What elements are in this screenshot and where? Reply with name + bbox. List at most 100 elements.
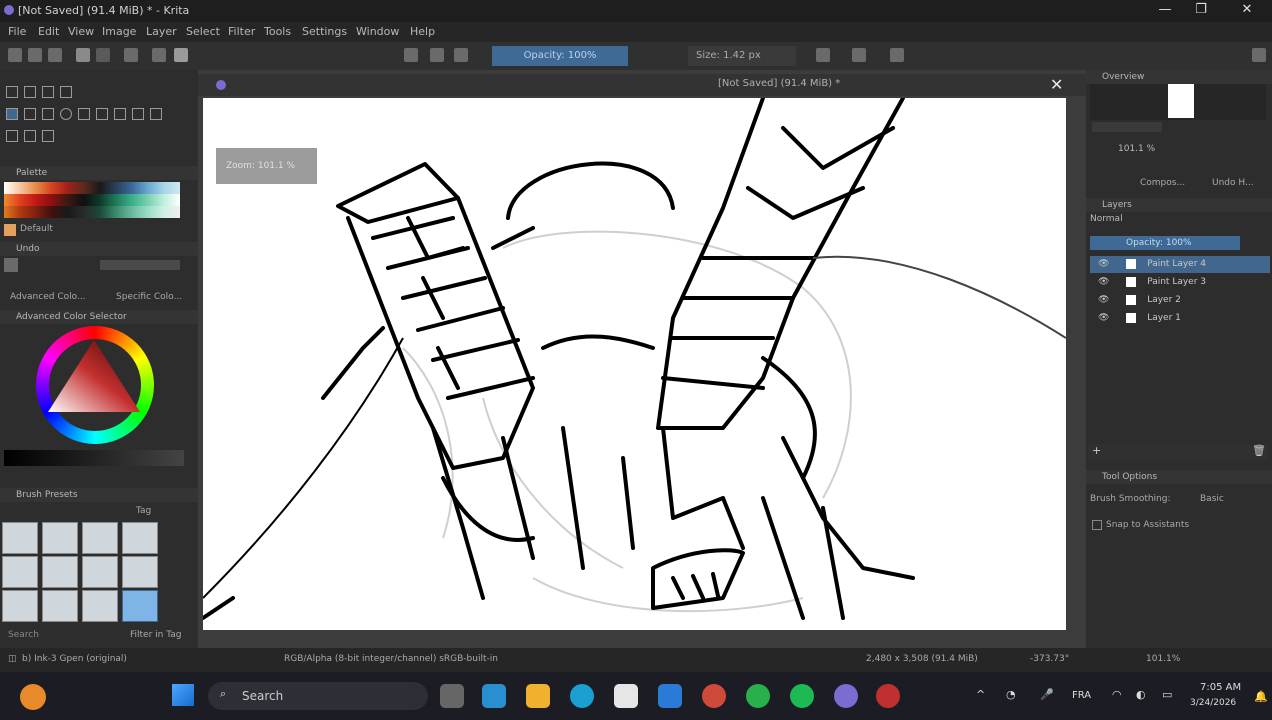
microphone-icon[interactable]: 🎤 — [1040, 688, 1054, 701]
dynamic-brush-tool-icon[interactable] — [150, 108, 162, 120]
brush-preset-icon[interactable] — [152, 48, 166, 62]
store-icon[interactable] — [614, 684, 638, 708]
tab-compositions[interactable]: Compos... — [1140, 178, 1185, 188]
weather-widget-icon[interactable] — [20, 684, 46, 710]
overview-panel[interactable] — [1090, 84, 1266, 120]
text-tool-icon[interactable] — [24, 86, 36, 98]
edge-icon[interactable] — [570, 684, 594, 708]
brush-preset[interactable] — [82, 522, 118, 554]
color-triangle[interactable] — [46, 336, 144, 416]
canvas-only-icon[interactable] — [1252, 48, 1266, 62]
zoom-value[interactable]: 101.1 % — [1118, 144, 1155, 154]
close-document-button[interactable]: ✕ — [1050, 75, 1063, 94]
wifi-icon[interactable]: ◠ — [1112, 688, 1122, 701]
taskbar-search[interactable]: ⌕ Search — [208, 682, 428, 710]
palette-current-color[interactable] — [4, 224, 16, 236]
edit-shapes-tool-icon[interactable] — [42, 86, 54, 98]
polygon-tool-icon[interactable] — [78, 108, 90, 120]
preserve-alpha-icon[interactable] — [430, 48, 444, 62]
delete-layer-icon[interactable]: 🗑 — [1252, 444, 1266, 457]
brush-preset[interactable] — [2, 590, 38, 622]
whatsapp-icon[interactable] — [746, 684, 770, 708]
layer-row[interactable]: 👁 Paint Layer 4 — [1090, 256, 1270, 273]
zoom-slider[interactable] — [1092, 122, 1162, 132]
brush-preset[interactable] — [122, 556, 158, 588]
language-indicator[interactable]: FRA — [1072, 690, 1091, 701]
swap-colors-icon[interactable] — [124, 48, 138, 62]
krita-taskbar-icon[interactable] — [834, 684, 858, 708]
calligraphy-tool-icon[interactable] — [60, 86, 72, 98]
copilot-icon[interactable] — [482, 684, 506, 708]
reload-preset-icon[interactable] — [454, 48, 468, 62]
ellipse-tool-icon[interactable] — [60, 108, 72, 120]
menu-settings[interactable]: Settings — [302, 25, 347, 38]
notification-bell-icon[interactable]: 🔔 — [1254, 690, 1268, 703]
menu-tools[interactable]: Tools — [264, 25, 291, 38]
drawing-canvas[interactable] — [203, 98, 1066, 630]
status-zoom[interactable]: 101.1% — [1146, 654, 1180, 664]
eye-icon[interactable]: 👁 — [1098, 313, 1109, 323]
layer-row[interactable]: 👁 Paint Layer 3 — [1090, 274, 1270, 291]
brush-preset-selected[interactable] — [122, 590, 158, 622]
new-document-icon[interactable] — [8, 48, 22, 62]
opera-icon[interactable] — [876, 684, 900, 708]
brush-search-input[interactable]: Search — [8, 630, 39, 640]
blend-mode-icon[interactable] — [174, 48, 188, 62]
blend-mode-select[interactable]: Normal — [1090, 214, 1123, 224]
brush-preset[interactable] — [42, 522, 78, 554]
brush-preset[interactable] — [82, 556, 118, 588]
chrome-icon[interactable] — [702, 684, 726, 708]
opacity-slider[interactable]: Opacity: 100% — [492, 46, 628, 66]
menu-select[interactable]: Select — [186, 25, 220, 38]
value-slider[interactable] — [4, 450, 184, 466]
brush-tag-select[interactable]: Tag — [136, 506, 151, 516]
add-layer-icon[interactable]: + — [1092, 444, 1101, 457]
snap-checkbox[interactable] — [1092, 520, 1102, 530]
snapshot-icon[interactable] — [4, 258, 18, 272]
volume-icon[interactable]: ◐ — [1136, 688, 1146, 701]
menu-filter[interactable]: Filter — [228, 25, 255, 38]
mail-icon[interactable] — [658, 684, 682, 708]
brush-preset[interactable] — [122, 522, 158, 554]
tab-advanced-color[interactable]: Advanced Colo... — [10, 292, 86, 302]
select-shapes-tool-icon[interactable] — [6, 86, 18, 98]
palette-swatches[interactable] — [4, 182, 180, 218]
pattern-icon[interactable] — [96, 48, 110, 62]
crop-tool-icon[interactable] — [6, 130, 18, 142]
eraser-mode-icon[interactable] — [404, 48, 418, 62]
layer-name[interactable]: Layer 2 — [1147, 295, 1181, 305]
brush-preset[interactable] — [82, 590, 118, 622]
eye-icon[interactable]: 👁 — [1098, 295, 1109, 305]
brush-preset[interactable] — [2, 556, 38, 588]
brush-preset[interactable] — [42, 556, 78, 588]
tray-chevron-icon[interactable]: ^ — [976, 688, 985, 701]
menu-help[interactable]: Help — [410, 25, 435, 38]
layer-opacity-slider[interactable]: Opacity: 100% — [1090, 236, 1240, 250]
move-tool-icon[interactable] — [42, 130, 54, 142]
restore-button[interactable]: ❐ — [1186, 2, 1216, 20]
save-document-icon[interactable] — [48, 48, 62, 62]
bezier-tool-icon[interactable] — [114, 108, 126, 120]
layer-name[interactable]: Layer 1 — [1147, 313, 1181, 323]
polyline-tool-icon[interactable] — [96, 108, 108, 120]
eye-icon[interactable]: 👁 — [1098, 259, 1109, 269]
brush-preset[interactable] — [42, 590, 78, 622]
layer-name[interactable]: Paint Layer 4 — [1147, 259, 1206, 269]
close-window-button[interactable]: ✕ — [1232, 2, 1262, 20]
tab-specific-color[interactable]: Specific Colo... — [116, 292, 182, 302]
size-slider[interactable]: Size: 1.42 px — [688, 46, 796, 66]
file-explorer-icon[interactable] — [526, 684, 550, 708]
menu-view[interactable]: View — [68, 25, 94, 38]
menu-layer[interactable]: Layer — [146, 25, 177, 38]
menu-image[interactable]: Image — [102, 25, 136, 38]
brush-smoothing-select[interactable]: Basic — [1200, 494, 1224, 504]
wrap-around-icon[interactable] — [890, 48, 904, 62]
brush-preset[interactable] — [2, 522, 38, 554]
menu-file[interactable]: File — [8, 25, 26, 38]
battery-icon[interactable]: ▭ — [1162, 688, 1172, 701]
rectangle-tool-icon[interactable] — [42, 108, 54, 120]
layer-row[interactable]: 👁 Layer 2 — [1090, 292, 1270, 309]
layer-row[interactable]: 👁 Layer 1 — [1090, 310, 1270, 327]
palette-name[interactable]: Default — [20, 224, 53, 234]
freehand-path-tool-icon[interactable] — [132, 108, 144, 120]
